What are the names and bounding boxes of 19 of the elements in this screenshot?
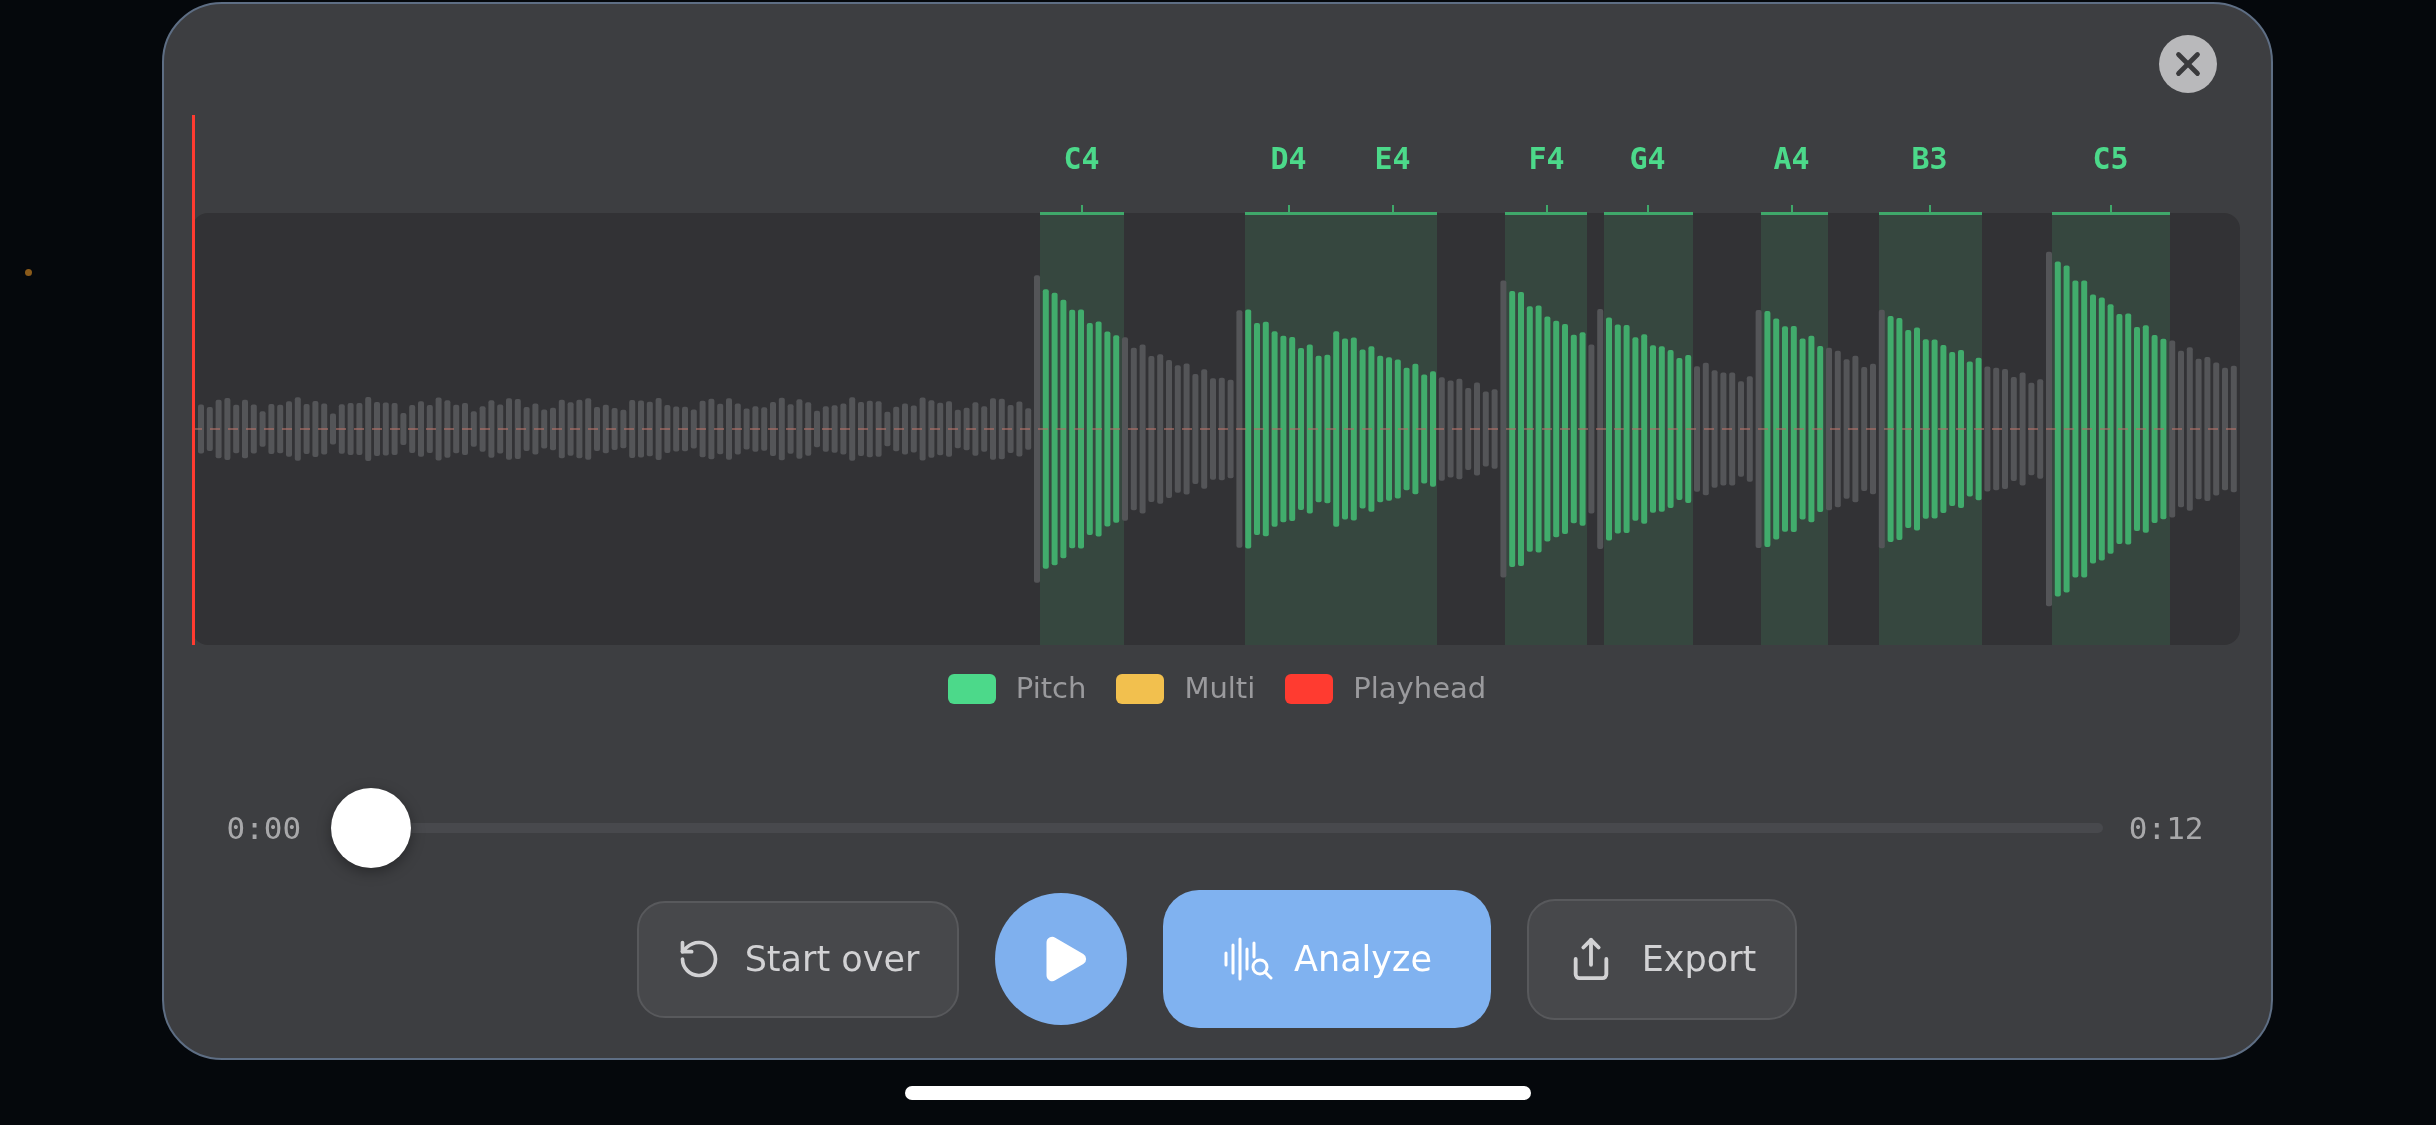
note-range-marker: [1760, 205, 1828, 215]
legend-label: Playhead: [1353, 670, 1487, 708]
note-label: C4: [1063, 141, 1100, 177]
note-label: E4: [1374, 141, 1411, 177]
note-label: B3: [1911, 141, 1948, 177]
start-over-button[interactable]: Start over: [637, 900, 959, 1018]
duration-time: 0:12: [2128, 808, 2204, 848]
waveform-search-icon: [1222, 937, 1275, 981]
export-button[interactable]: Export: [1527, 898, 1797, 1020]
legend-label: Multi: [1184, 670, 1256, 708]
note-label: F4: [1528, 141, 1565, 177]
close-button[interactable]: [2158, 35, 2217, 93]
note-label: A4: [1773, 141, 1810, 177]
note-label: C5: [2092, 141, 2129, 177]
legend-label: Pitch: [1015, 670, 1087, 708]
elapsed-time: 0:00: [226, 808, 303, 848]
note-label: D4: [1270, 141, 1307, 177]
note-label: G4: [1629, 141, 1666, 177]
playback-slider[interactable]: [330, 788, 2103, 868]
